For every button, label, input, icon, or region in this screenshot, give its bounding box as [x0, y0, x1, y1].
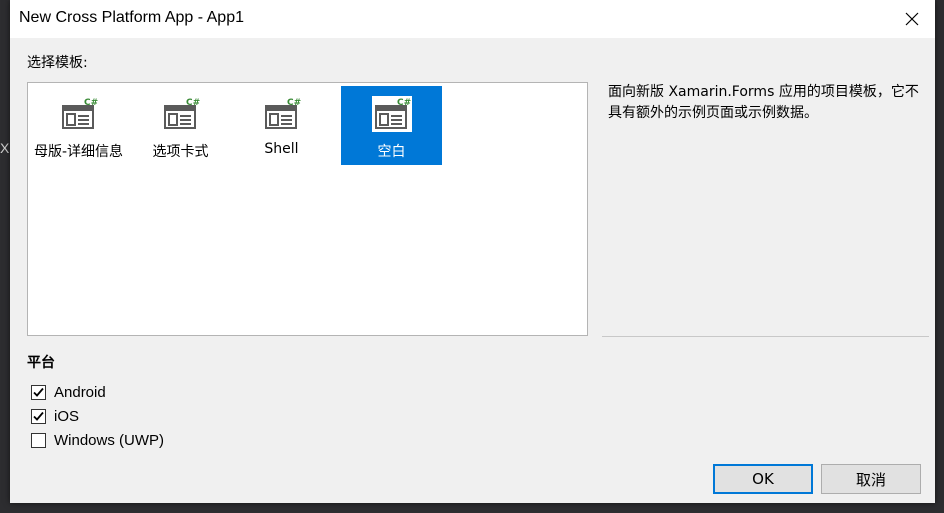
background-window-text: Xa — [0, 140, 10, 156]
template-label: 母版-详细信息 — [33, 144, 124, 160]
android-label: Android — [54, 383, 106, 401]
template-label: Shell — [264, 141, 299, 157]
close-button[interactable] — [889, 0, 935, 38]
windows-uwp-label: Windows (UWP) — [54, 431, 165, 449]
choose-template-label: 选择模板: — [27, 55, 88, 71]
csharp-badge: C# — [186, 98, 200, 108]
platform-label: 平台 — [27, 355, 55, 371]
platform-option-ios[interactable]: iOS — [31, 406, 79, 426]
template-label: 空白 — [377, 144, 406, 160]
checkmark-icon — [33, 411, 44, 421]
ok-button[interactable]: OK — [713, 464, 813, 494]
template-item-3[interactable]: C# 空白 — [341, 86, 442, 165]
template-item-2[interactable]: C# Shell — [231, 86, 332, 165]
android-checkbox[interactable] — [31, 384, 46, 400]
new-cross-platform-app-dialog: New Cross Platform App - App1 选择模板: C# 母版… — [10, 0, 935, 503]
csharp-badge: C# — [287, 98, 301, 108]
checkmark-icon — [33, 387, 44, 397]
template-list: C# 母版-详细信息 C# 选项卡式 C# Shell C# 空白 — [27, 82, 588, 336]
template-csharp-icon: C# — [371, 96, 412, 132]
ios-label: iOS — [54, 407, 80, 425]
close-icon — [905, 12, 919, 26]
description-divider — [602, 336, 929, 337]
template-item-1[interactable]: C# 选项卡式 — [130, 86, 231, 165]
template-csharp-icon: C# — [61, 98, 98, 129]
template-csharp-icon: C# — [264, 98, 301, 129]
title-bar: New Cross Platform App - App1 — [10, 0, 935, 38]
template-item-0[interactable]: C# 母版-详细信息 — [28, 86, 129, 165]
windows-uwp-checkbox[interactable] — [31, 432, 46, 448]
cancel-button[interactable]: 取消 — [821, 464, 921, 494]
platform-option-windows-uwp[interactable]: Windows (UWP) — [31, 430, 164, 450]
csharp-badge: C# — [397, 98, 411, 108]
template-csharp-icon: C# — [163, 98, 200, 129]
platform-option-android[interactable]: Android — [31, 382, 106, 402]
ios-checkbox[interactable] — [31, 408, 46, 424]
dialog-title: New Cross Platform App - App1 — [19, 9, 244, 26]
template-label: 选项卡式 — [152, 144, 209, 160]
csharp-badge: C# — [84, 98, 98, 108]
template-description: 面向新版 Xamarin.Forms 应用的项目模板，它不具有额外的示例页面或示… — [608, 84, 919, 121]
